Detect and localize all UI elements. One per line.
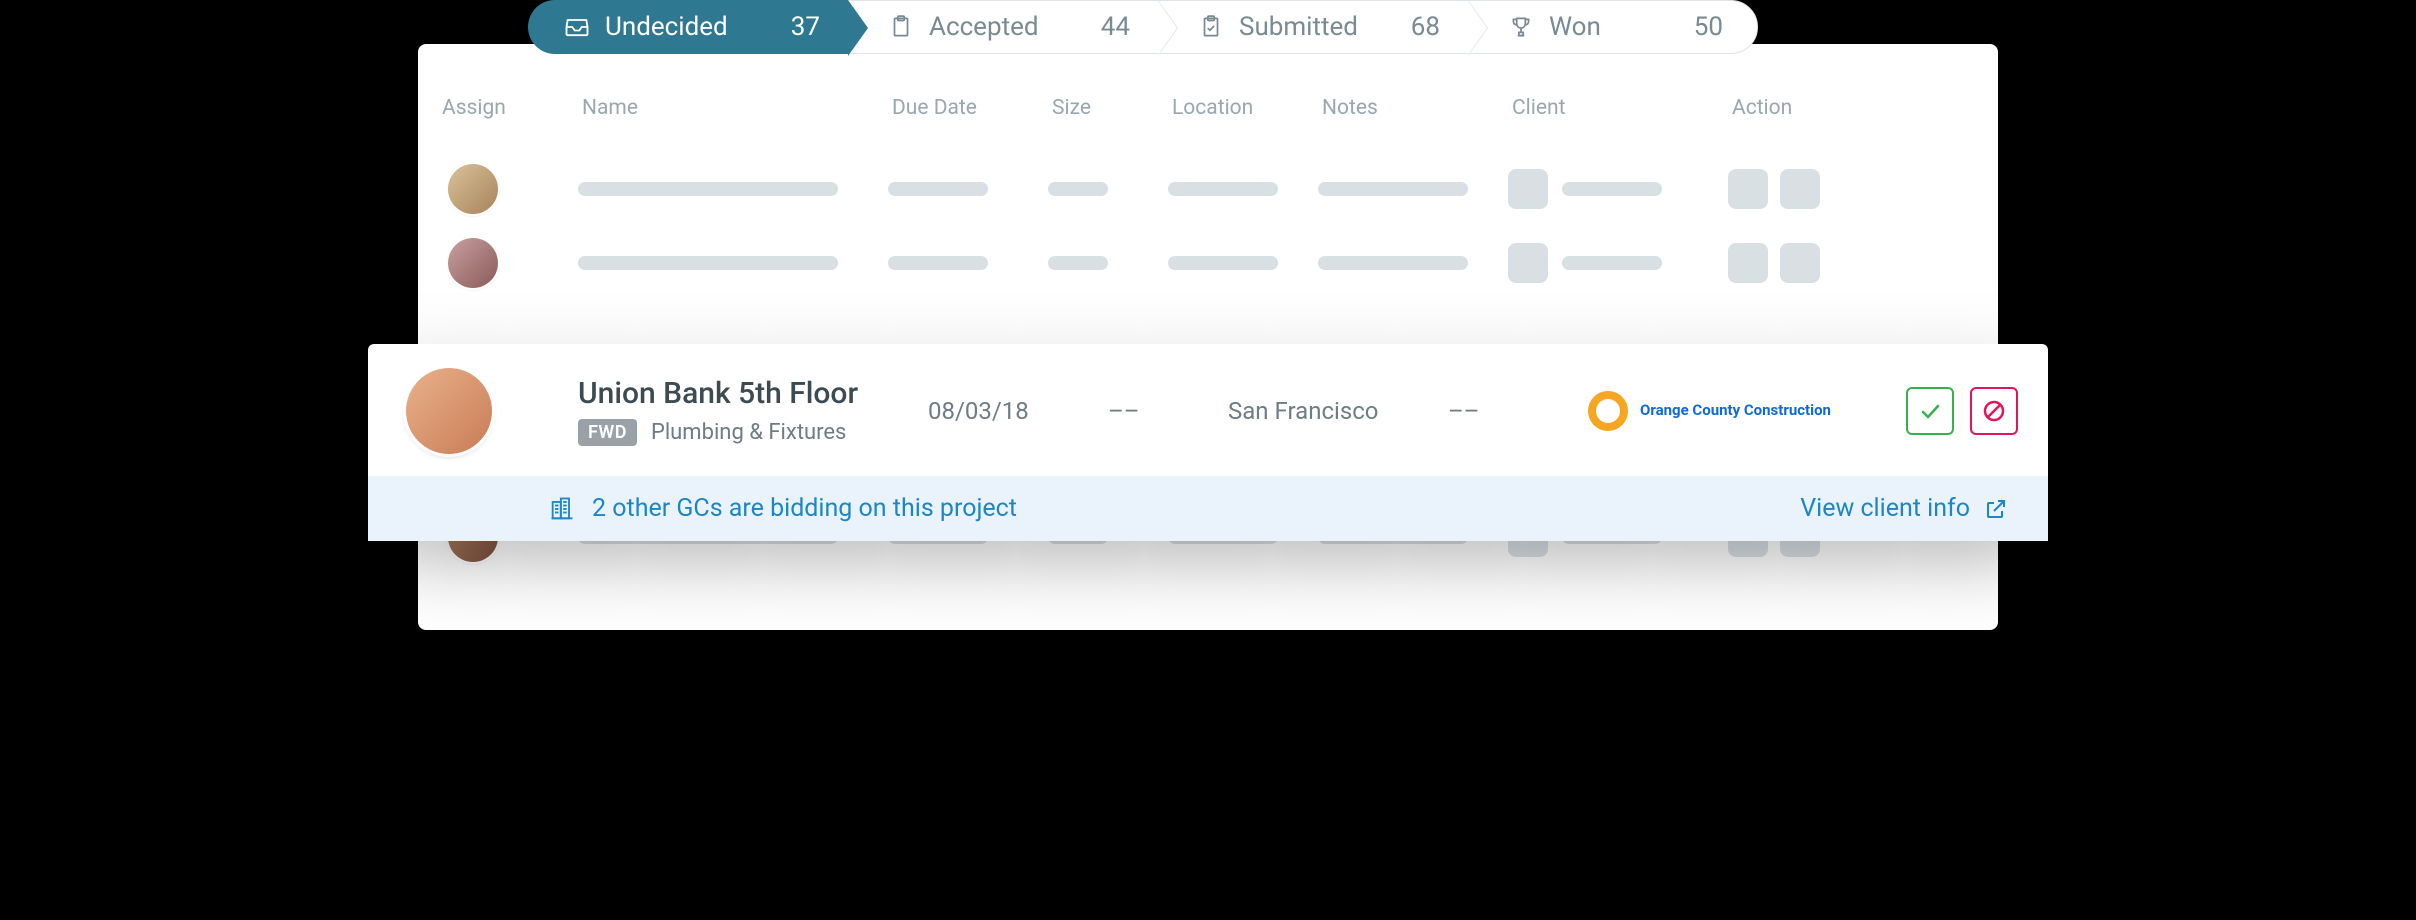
other-bidders-text: 2 other GCs are bidding on this project [592, 494, 1017, 523]
bid-table-card: Assign Name Due Date Size Location Notes… [418, 44, 1998, 630]
col-due-date: Due Date [888, 88, 1048, 128]
building-icon [548, 495, 576, 523]
status-tabs: Undecided 37 Accepted 44 Submitted 68 Wo… [528, 0, 1998, 54]
tab-accepted[interactable]: Accepted 44 [838, 0, 1158, 54]
skeleton-text [1318, 256, 1468, 270]
tab-undecided[interactable]: Undecided 37 [528, 0, 848, 54]
external-link-icon [1984, 497, 2008, 521]
table-row[interactable] [418, 152, 1998, 226]
accept-button[interactable] [1906, 387, 1954, 435]
reject-button[interactable] [1970, 387, 2018, 435]
inbox-icon [563, 13, 591, 41]
col-assign: Assign [438, 88, 578, 128]
notes-value: –– [1448, 397, 1588, 425]
check-icon [1918, 399, 1942, 423]
skeleton-box [1780, 169, 1820, 209]
skeleton-text [888, 256, 988, 270]
col-action: Action [1728, 88, 1888, 128]
avatar[interactable] [448, 164, 498, 214]
skeleton-box [1780, 243, 1820, 283]
location-value: San Francisco [1228, 397, 1448, 425]
tab-won[interactable]: Won 50 [1458, 0, 1758, 54]
col-notes: Notes [1318, 88, 1508, 128]
col-location: Location [1168, 88, 1318, 128]
avatar[interactable] [406, 368, 492, 454]
tab-label: Undecided [605, 12, 747, 42]
tab-count: 68 [1381, 12, 1440, 42]
tab-count: 44 [1071, 12, 1130, 42]
skeleton-box [1508, 169, 1548, 209]
col-name: Name [578, 88, 888, 128]
table-header: Assign Name Due Date Size Location Notes… [418, 88, 1998, 128]
tab-label: Accepted [929, 12, 1057, 42]
view-client-label: View client info [1800, 494, 1970, 523]
tab-count: 50 [1664, 12, 1723, 42]
client-name: Orange County Construction [1640, 402, 1831, 419]
skeleton-text [1318, 182, 1468, 196]
skeleton-text [578, 256, 838, 270]
client-logo-icon [1588, 391, 1628, 431]
skeleton-text [1048, 256, 1108, 270]
size-value: –– [1108, 397, 1228, 425]
skeleton-text [1048, 182, 1108, 196]
forward-badge: FWD [578, 419, 637, 446]
avatar[interactable] [448, 238, 498, 288]
skeleton-text [1562, 182, 1662, 196]
skeleton-box [1508, 243, 1548, 283]
skeleton-text [888, 182, 988, 196]
col-client: Client [1508, 88, 1728, 128]
skeleton-text [1168, 256, 1278, 270]
trophy-icon [1507, 13, 1535, 41]
skeleton-box [1728, 243, 1768, 283]
other-bidders-notice: 2 other GCs are bidding on this project [548, 494, 1017, 523]
table-row[interactable] [418, 226, 1998, 300]
skeleton-text [1562, 256, 1662, 270]
project-subtitle: Plumbing & Fixtures [651, 420, 846, 445]
tab-label: Submitted [1239, 12, 1367, 42]
skeleton-text [1168, 182, 1278, 196]
project-title: Union Bank 5th Floor [578, 376, 928, 411]
skeleton-box [1728, 169, 1768, 209]
tab-submitted[interactable]: Submitted 68 [1148, 0, 1468, 54]
tab-label: Won [1549, 12, 1650, 42]
col-size: Size [1048, 88, 1168, 128]
due-date-value: 08/03/18 [928, 397, 1108, 425]
expanded-bid-row: Union Bank 5th Floor FWD Plumbing & Fixt… [368, 344, 2048, 541]
clipboard-icon [887, 13, 915, 41]
skeleton-text [578, 182, 838, 196]
tab-count: 37 [761, 12, 820, 42]
block-icon [1982, 399, 2006, 423]
view-client-info-link[interactable]: View client info [1800, 494, 2008, 523]
client-block[interactable]: Orange County Construction [1588, 391, 1848, 431]
clipboard-check-icon [1197, 13, 1225, 41]
